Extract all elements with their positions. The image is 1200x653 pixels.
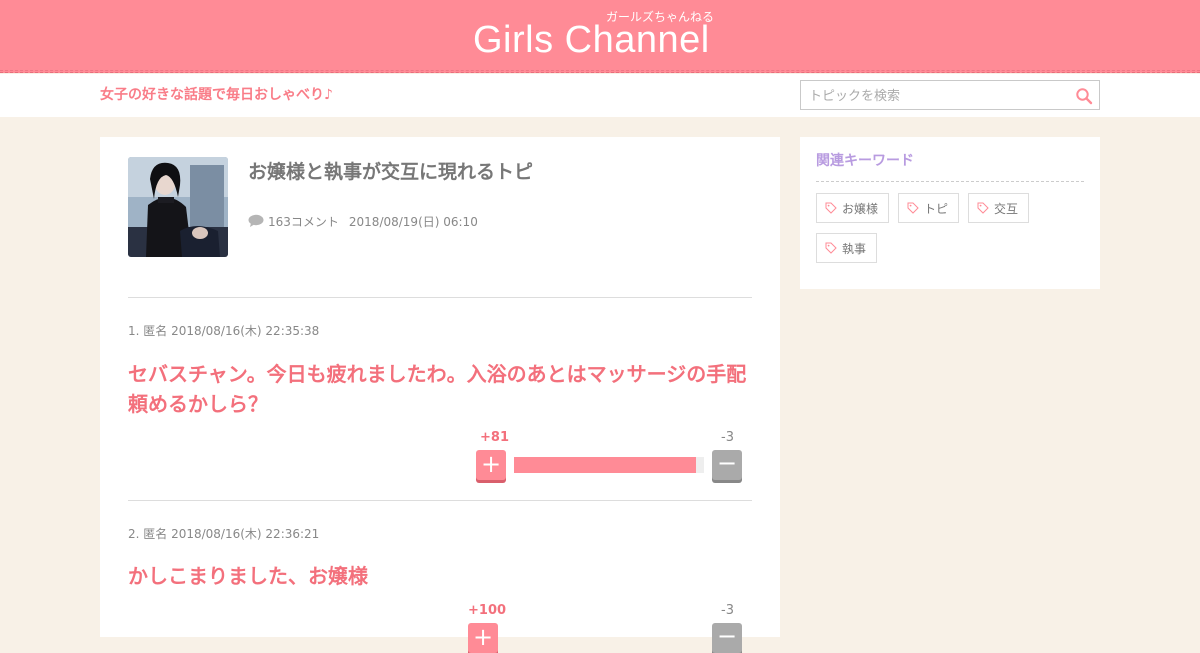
comment-header: 2. 匿名 2018/08/16(木) 22:36:21 (128, 527, 320, 541)
keyword-tag-label: お嬢様 (842, 201, 879, 216)
minus-vote-count: -3 (721, 603, 734, 618)
comment-divider (128, 500, 752, 501)
keyword-tag[interactable]: トピ (898, 193, 960, 223)
minus-vote-count: -3 (721, 430, 734, 445)
topic-meta: 163コメント 2018/08/19(日) 06:10 (248, 213, 478, 229)
topic-comment-count[interactable]: 163コメント (268, 213, 339, 230)
keyword-tag[interactable]: お嬢様 (816, 193, 890, 223)
site-logo-kana[interactable]: ガールズちゃんねる (606, 9, 714, 25)
tag-icon (977, 202, 989, 214)
tag-icon (825, 202, 837, 214)
minus-vote-button[interactable]: − (712, 450, 742, 480)
tag-icon (907, 202, 919, 214)
plus-vote-count: +100 (468, 603, 507, 618)
keyword-tag-label: トピ (924, 201, 949, 216)
header-divider (0, 70, 1200, 71)
sidebar-divider (816, 181, 1084, 182)
minus-vote-button[interactable]: − (712, 623, 742, 653)
topic-main-panel: お嬢様と執事が交互に現れるトピ 163コメント 2018/08/19(日) 06… (100, 137, 780, 653)
vote-ratio-fill (514, 457, 697, 473)
related-keywords-title: 関連キーワード (816, 153, 914, 169)
tag-icon (825, 242, 837, 254)
comment-bubble-icon (248, 214, 264, 228)
keyword-tag[interactable]: 交互 (968, 193, 1030, 223)
related-keywords-panel: 関連キーワード お嬢様 トピ 交互 執事 (800, 137, 1100, 289)
vote-ratio-bar (514, 457, 704, 473)
topic-divider (128, 297, 752, 298)
comment-body: かしこまりました、お嬢様 (128, 564, 368, 588)
keyword-tag[interactable]: 執事 (816, 233, 878, 263)
topic-thumbnail[interactable] (128, 157, 228, 257)
keyword-tag-label: 交互 (994, 201, 1019, 216)
topic-date: 2018/08/19(日) 06:10 (348, 214, 478, 229)
comment-header: 1. 匿名 2018/08/16(木) 22:35:38 (128, 324, 320, 338)
plus-vote-button[interactable]: + (468, 623, 498, 653)
keyword-tag-label: 執事 (842, 241, 867, 256)
comment-body: セバスチャン。今日も疲れましたわ。入浴のあとはマッサージの手配頼めるかしら？ (128, 362, 747, 416)
search-input[interactable] (809, 87, 1069, 105)
search-icon[interactable] (1075, 87, 1093, 105)
site-tagline: 女子の好きな話題で毎日おしゃべり♪ (100, 87, 333, 103)
plus-vote-button[interactable]: + (476, 450, 506, 480)
plus-vote-count: +81 (480, 430, 509, 445)
search-box (800, 80, 1100, 110)
topic-title: お嬢様と執事が交互に現れるトピ (248, 161, 534, 183)
